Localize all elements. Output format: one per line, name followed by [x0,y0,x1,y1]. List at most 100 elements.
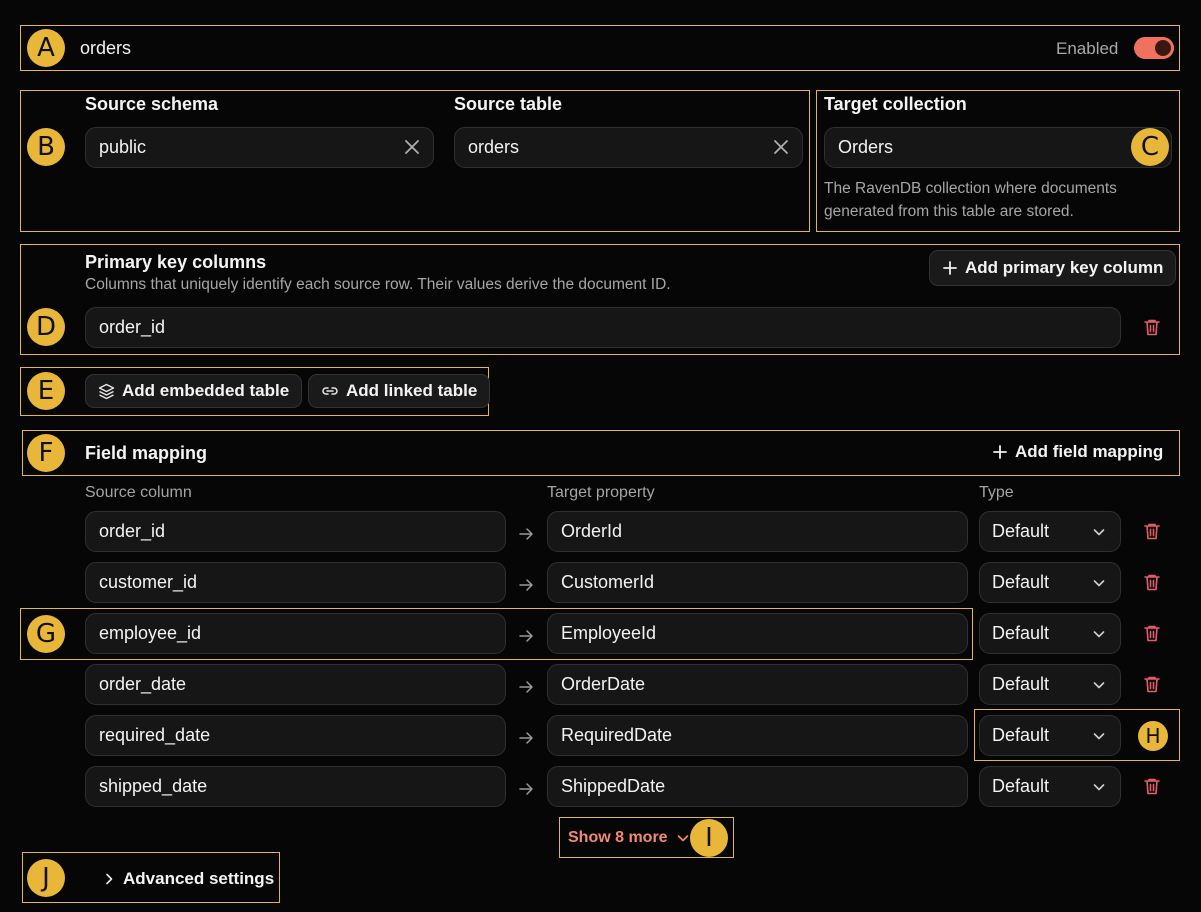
source-column-value: shipped_date [99,776,208,796]
source-column-value: order_date [99,674,187,694]
type-select[interactable]: Default [979,766,1121,807]
type-value: Default [992,572,1050,592]
target-property-input[interactable]: ShippedDate [547,766,968,807]
marker-a: A [27,29,65,67]
enabled-toggle[interactable] [1134,37,1174,59]
add-embedded-table-button[interactable]: Add embedded table [85,374,303,408]
add-linked-table-label: Add linked table [346,381,478,400]
source-column-value: employee_id [99,623,202,643]
target-collection-label: Target collection [824,94,967,114]
add-linked-table-button[interactable]: Add linked table [308,374,491,408]
trash-icon[interactable] [1142,674,1162,694]
layers-icon [98,383,115,399]
source-column-value: order_id [99,521,166,541]
advanced-settings-toggle[interactable]: Advanced settings [103,869,274,889]
add-field-mapping-button[interactable]: Add field mapping [980,435,1175,469]
source-column-input[interactable]: customer_id [85,562,506,603]
source-table-value: orders [468,137,520,157]
arrow-right-icon [519,681,533,693]
primary-keys-description: Columns that uniquely identify each sour… [85,276,671,293]
primary-key-value: order_id [99,317,166,337]
source-column-input[interactable]: required_date [85,715,506,756]
source-schema-label: Source schema [85,94,219,114]
source-table-label: Source table [454,94,563,114]
add-embedded-table-label: Add embedded table [122,381,290,400]
add-field-mapping-label: Add field mapping [1015,442,1164,461]
source-schema-input[interactable]: public [85,127,434,168]
chevron-down-icon [1093,580,1105,587]
source-column-input[interactable]: shipped_date [85,766,506,807]
target-property-input[interactable]: OrderDate [547,664,968,705]
arrow-right-icon [519,783,533,795]
source-column-input[interactable]: employee_id [85,613,506,654]
chevron-right-icon [106,873,113,885]
target-property-input[interactable]: EmployeeId [547,613,968,654]
target-property-input[interactable]: OrderId [547,511,968,552]
plus-icon [993,445,1007,459]
arrow-right-icon [519,630,533,642]
arrow-right-icon [519,732,533,744]
link-icon [322,387,338,395]
target-property-value: OrderDate [561,674,646,694]
clear-icon[interactable] [772,138,790,156]
type-value: Default [992,623,1050,643]
show-more-label: Show 8 more [568,829,668,846]
marker-i: I [690,819,728,857]
arrow-right-icon [519,579,533,591]
target-property-value: OrderId [561,521,623,541]
field-mapping-title: Field mapping [85,443,208,463]
type-select[interactable]: Default [979,511,1121,552]
add-primary-key-button[interactable]: Add primary key column [929,250,1177,286]
type-select[interactable]: Default [979,613,1121,654]
type-value: Default [992,521,1050,541]
source-column-input[interactable]: order_date [85,664,506,705]
target-collection-value: Orders [838,137,894,157]
marker-f: F [27,434,65,472]
marker-h: H [1138,721,1168,751]
trash-icon[interactable] [1142,623,1162,643]
source-column-value: required_date [99,725,211,745]
target-property-value: ShippedDate [561,776,666,796]
chevron-down-icon [1093,631,1105,638]
arrow-right-icon [519,528,533,540]
chevron-down-icon [1093,682,1105,689]
type-value: Default [992,776,1050,796]
type-select[interactable]: Default [979,664,1121,705]
clear-icon[interactable] [403,138,421,156]
source-column-header: Source column [85,484,192,501]
plus-icon [943,261,957,275]
type-select[interactable]: Default [979,562,1121,603]
source-schema-value: public [99,137,147,157]
target-property-input[interactable]: RequiredDate [547,715,968,756]
target-property-value: CustomerId [561,572,655,592]
target-property-input[interactable]: CustomerId [547,562,968,603]
source-column-input[interactable]: order_id [85,511,506,552]
source-table-input[interactable]: orders [454,127,803,168]
trash-icon[interactable] [1142,317,1162,337]
target-property-header: Target property [547,484,655,501]
primary-key-input[interactable]: order_id [85,307,1121,348]
target-collection-input[interactable]: Orders [824,127,1172,168]
marker-e: E [27,372,65,410]
enabled-label: Enabled [1056,39,1119,58]
highlight-a [20,25,1180,71]
type-value: Default [992,674,1050,694]
trash-icon[interactable] [1142,572,1162,592]
marker-c: C [1131,128,1169,166]
marker-b: B [27,128,65,166]
advanced-settings-label: Advanced settings [123,869,275,888]
chevron-down-icon [677,835,688,842]
marker-g: G [27,615,65,653]
chevron-down-icon [1093,529,1105,536]
toggle-knob [1155,40,1171,56]
trash-icon[interactable] [1142,521,1162,541]
marker-d: D [27,308,65,346]
marker-j: J [27,859,65,897]
chevron-down-icon [1093,784,1105,791]
source-column-value: customer_id [99,572,198,592]
type-header: Type [979,484,1014,501]
show-more-button[interactable]: Show 8 more [568,829,690,847]
add-primary-key-label: Add primary key column [965,258,1164,277]
primary-keys-title: Primary key columns [85,252,267,272]
trash-icon[interactable] [1142,776,1162,796]
